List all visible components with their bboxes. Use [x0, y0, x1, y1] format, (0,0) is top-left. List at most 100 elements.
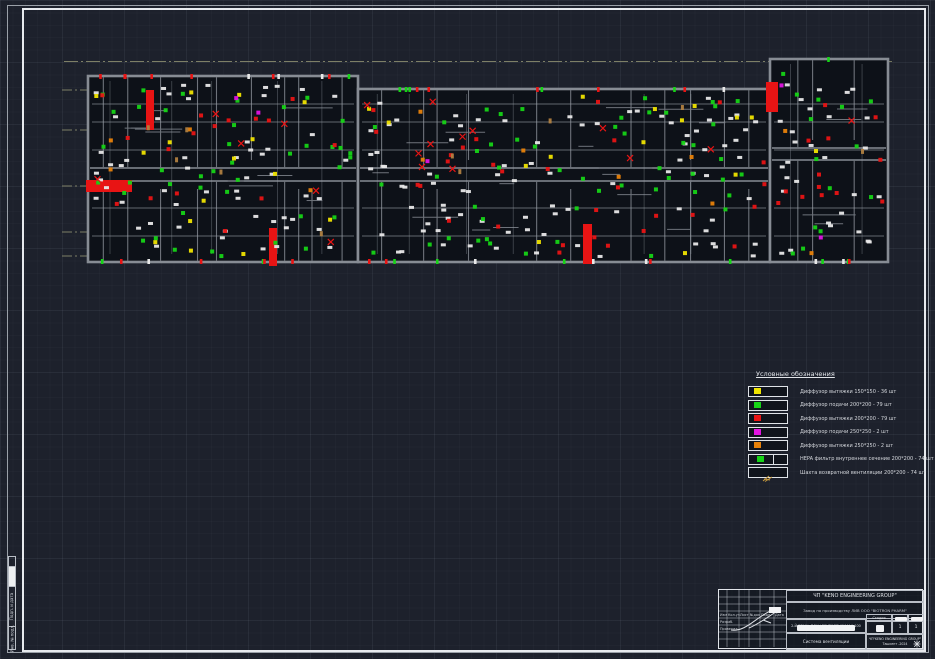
diffuser-marker — [458, 124, 463, 127]
diffuser-marker — [521, 148, 525, 152]
diffuser-marker — [817, 173, 821, 177]
wall-tick — [436, 259, 439, 264]
title-block-company: ЧП "KENO ENGINEERING GROUP" — [786, 590, 924, 602]
diffuser-marker — [711, 242, 716, 245]
wall-tick — [247, 74, 250, 79]
diffuser-marker — [779, 83, 783, 87]
diffuser-marker — [181, 211, 185, 215]
diffuser-marker — [244, 176, 249, 179]
diffuser-marker — [694, 130, 699, 133]
diffuser-marker — [711, 122, 715, 126]
diffuser-marker — [202, 199, 206, 203]
diffuser-marker — [466, 190, 471, 193]
diffuser-marker — [368, 129, 373, 132]
diffuser-marker — [227, 142, 231, 146]
diffuser-marker — [461, 189, 466, 192]
diffuser-marker — [481, 217, 485, 221]
diffuser-marker — [368, 167, 373, 170]
legend-item: HEPA фильтр внутреннее сечение 200*200 -… — [748, 453, 933, 467]
legend-item: Диффузор подачи 200*200 - 79 шт — [748, 399, 933, 413]
diffuser-marker — [300, 88, 305, 91]
diffuser-marker — [441, 209, 446, 212]
diffuser-marker — [855, 144, 859, 148]
diffuser-marker — [177, 226, 182, 229]
diffuser-marker — [447, 219, 451, 223]
selected-text-box — [769, 607, 781, 613]
diffuser-marker — [142, 151, 146, 155]
wall-tick — [368, 259, 371, 264]
diffuser-marker — [845, 91, 850, 94]
diffuser-marker — [733, 244, 737, 248]
diffuser-marker — [425, 222, 430, 225]
wall-tick — [645, 259, 648, 264]
diffuser-marker — [794, 180, 799, 183]
diffuser-marker — [762, 160, 766, 164]
diffuser-marker — [523, 216, 528, 219]
diffuser-marker — [810, 251, 814, 255]
diffuser-marker — [299, 214, 303, 218]
diffuser-marker — [783, 129, 787, 133]
diffuser-marker — [491, 163, 495, 167]
diffuser-marker — [119, 164, 124, 167]
diffuser-marker — [817, 185, 821, 189]
diffuser-marker — [189, 90, 193, 94]
diffuser-marker — [666, 170, 671, 173]
diffuser-marker — [267, 119, 271, 123]
diffuser-marker — [790, 130, 795, 133]
diffuser-marker — [743, 128, 748, 131]
diffuser-marker — [677, 207, 682, 210]
diffuser-marker — [251, 137, 255, 141]
diffuser-marker — [641, 140, 645, 144]
diffuser-marker — [488, 241, 492, 245]
svg-text:№док: №док — [750, 613, 760, 617]
diffuser-marker — [141, 88, 145, 92]
diffuser-marker — [704, 229, 709, 232]
diffuser-marker — [680, 118, 684, 122]
diffuser-marker — [199, 186, 203, 190]
diffuser-marker — [494, 247, 499, 250]
diffuser-marker — [173, 248, 177, 252]
diffuser-marker — [262, 94, 267, 97]
legend-chip-exhaust-250 — [748, 440, 788, 451]
wall-tick — [723, 87, 726, 92]
wall-tick — [291, 259, 294, 264]
diffuser-marker — [421, 229, 426, 232]
diffuser-marker — [612, 138, 616, 142]
wall-tick — [190, 74, 193, 79]
diffuser-marker — [693, 242, 698, 245]
diffuser-marker — [248, 149, 253, 152]
diffuser-marker — [690, 155, 694, 159]
diffuser-marker — [371, 251, 375, 255]
diffuser-marker — [205, 84, 210, 87]
diffuser-marker — [402, 186, 407, 189]
diffuser-marker — [781, 72, 785, 76]
diffuser-marker — [273, 172, 277, 176]
diffuser-marker — [865, 116, 870, 119]
diffuser-marker — [751, 254, 756, 257]
diffuser-marker — [575, 206, 579, 210]
diffuser-marker — [317, 197, 322, 200]
diffuser-marker — [533, 145, 537, 149]
diffuser-marker — [581, 177, 585, 181]
legend-chip-supply-200 — [748, 400, 788, 411]
diffuser-marker — [649, 254, 653, 258]
diffuser-marker — [474, 137, 478, 141]
diffuser-marker — [581, 95, 585, 99]
diffuser-marker — [654, 214, 658, 218]
diffuser-marker — [418, 110, 422, 114]
diffuser-marker — [736, 99, 740, 103]
diffuser-marker — [580, 123, 585, 126]
diffuser-marker — [188, 219, 192, 223]
diffuser-marker — [254, 117, 258, 121]
sheets-label-cell — [908, 614, 924, 621]
diffuser-marker — [800, 195, 804, 199]
diffuser-marker — [168, 140, 172, 144]
diffuser-marker — [524, 252, 528, 256]
diffuser-marker — [819, 229, 823, 233]
diffuser-marker — [234, 190, 239, 193]
diffuser-marker — [154, 245, 159, 248]
diffuser-marker — [394, 119, 399, 122]
diffuser-marker — [328, 218, 332, 222]
wall-tick — [348, 74, 351, 79]
diffuser-marker — [525, 228, 530, 231]
